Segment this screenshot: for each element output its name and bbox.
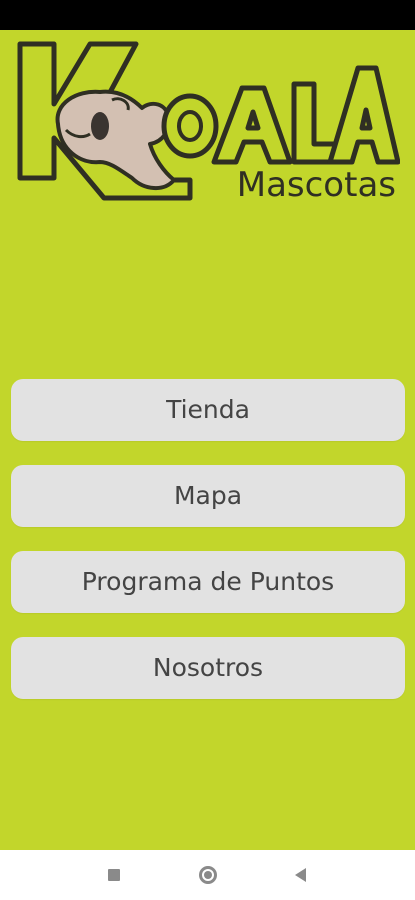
logo-subtitle: Mascotas [237,165,396,204]
koala-mascotas-logo: Mascotas [17,41,400,204]
logo-letter-o [161,93,219,159]
programa-de-puntos-button[interactable]: Programa de Puntos [11,551,405,613]
status-bar [0,0,415,30]
main-menu: Tienda Mapa Programa de Puntos Nosotros [11,379,405,723]
tienda-button[interactable]: Tienda [11,379,405,441]
home-icon [199,866,217,884]
mapa-button[interactable]: Mapa [11,465,405,527]
recents-icon [108,869,120,881]
back-icon [294,868,306,882]
nosotros-button[interactable]: Nosotros [11,637,405,699]
logo-letter-a [211,85,293,165]
system-navigation-bar [0,850,415,900]
app-screen: Mascotas Tienda Mapa Programa de Puntos … [0,30,415,850]
logo-letter-a-2 [327,65,400,165]
home-button[interactable] [196,863,220,887]
recents-button[interactable] [102,863,126,887]
back-button[interactable] [288,863,312,887]
